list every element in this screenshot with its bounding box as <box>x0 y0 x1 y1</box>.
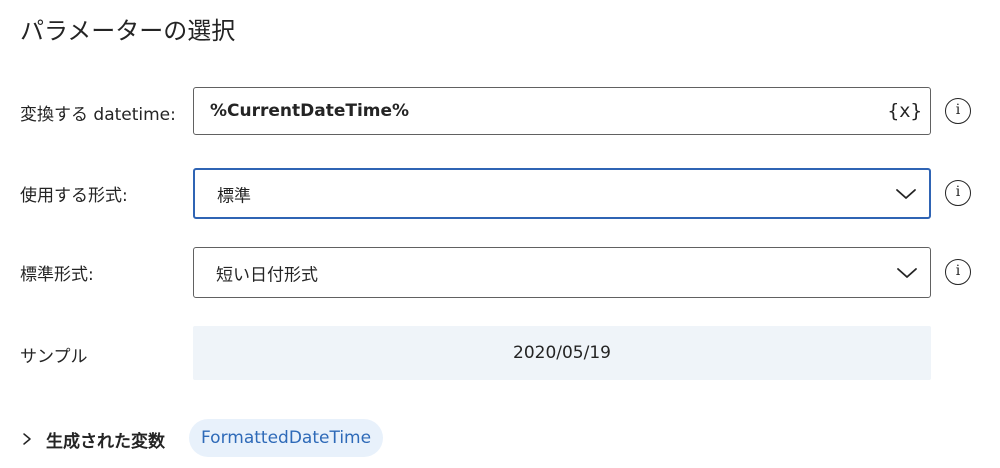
chevron-down-icon <box>896 188 916 199</box>
standard-format-dropdown[interactable]: 短い日付形式 <box>193 247 931 298</box>
sample-label: サンプル <box>20 347 88 367</box>
standard-format-selected: 短い日付形式 <box>216 265 318 285</box>
info-icon[interactable]: i <box>945 180 971 206</box>
generated-variables-toggle[interactable]: 生成された変数 <box>22 426 165 452</box>
datetime-input[interactable]: %CurrentDateTime% {x} <box>193 87 931 135</box>
datetime-label: 変換する datetime: <box>20 105 176 125</box>
format-type-row: 使用する形式: 標準 i <box>0 168 1000 219</box>
sample-row: サンプル 2020/05/19 <box>0 326 1000 380</box>
datetime-row: 変換する datetime: %CurrentDateTime% {x} i <box>0 87 1000 135</box>
format-type-label: 使用する形式: <box>20 186 128 206</box>
generated-variables-label: 生成された変数 <box>46 431 165 452</box>
info-icon[interactable]: i <box>945 259 971 285</box>
variable-picker-icon[interactable]: {x} <box>888 100 922 122</box>
dialog-title: パラメーターの選択 <box>20 17 236 45</box>
chevron-right-icon <box>23 433 31 445</box>
format-type-dropdown[interactable]: 標準 <box>193 168 931 219</box>
format-type-selected: 標準 <box>217 186 251 206</box>
datetime-value: %CurrentDateTime% <box>210 101 410 121</box>
sample-value: 2020/05/19 <box>513 343 611 363</box>
chevron-down-icon <box>897 267 917 278</box>
info-icon[interactable]: i <box>945 98 971 124</box>
standard-format-label: 標準形式: <box>20 265 94 285</box>
standard-format-row: 標準形式: 短い日付形式 i <box>0 247 1000 298</box>
sample-preview: 2020/05/19 <box>193 326 931 380</box>
variable-chip-formatteddatetime[interactable]: FormattedDateTime <box>189 419 384 457</box>
